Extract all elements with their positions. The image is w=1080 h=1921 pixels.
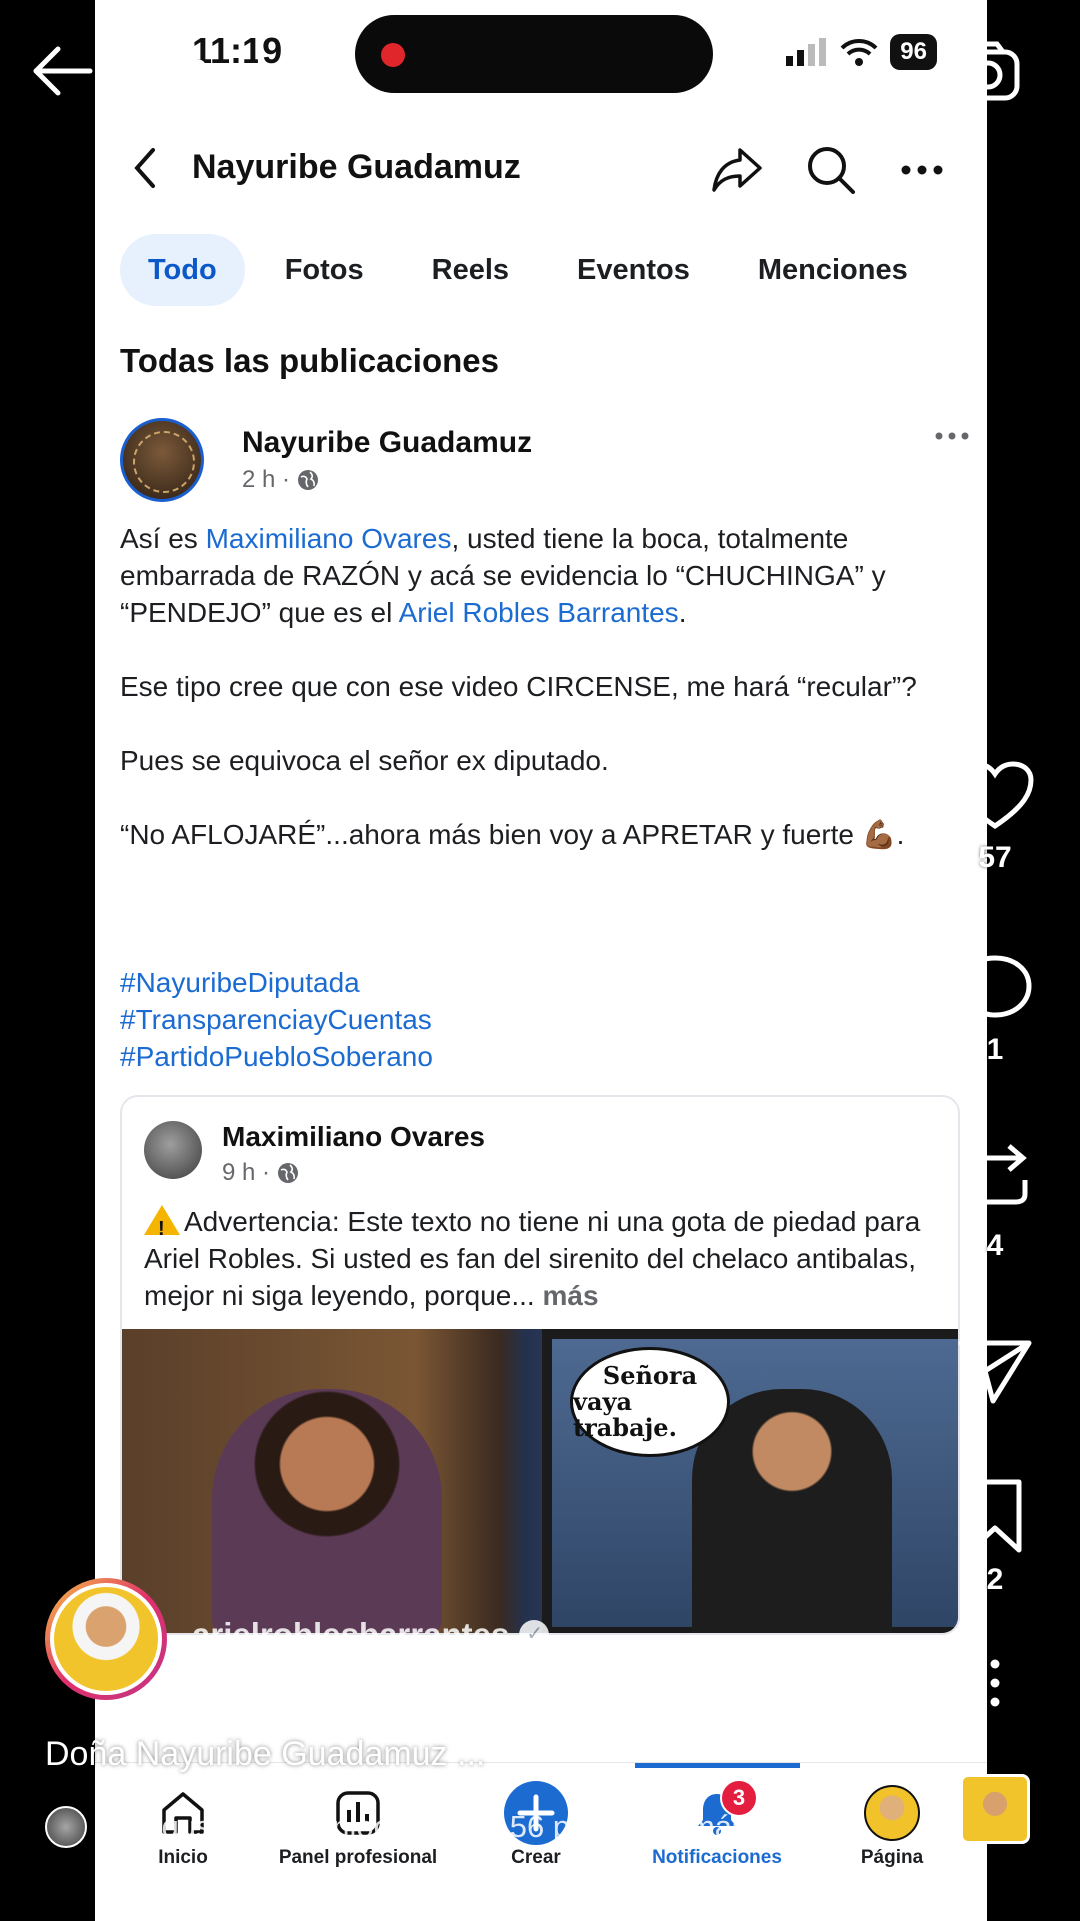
post-text: . bbox=[678, 597, 687, 628]
bookmark-icon bbox=[968, 1479, 1022, 1553]
recording-dot-icon bbox=[381, 43, 405, 67]
page-avatar bbox=[864, 1785, 920, 1841]
tab-fotos[interactable]: Fotos bbox=[257, 234, 392, 306]
post-body: Así es Maximiliano Ovares, usted tiene l… bbox=[120, 520, 970, 890]
post-paragraph-2: Ese tipo cree que con ese video CIRCENSE… bbox=[120, 671, 917, 702]
shared-author[interactable]: Maximiliano Ovares bbox=[222, 1121, 485, 1153]
repost-count: 4 bbox=[986, 1229, 1004, 1262]
nav-label: Crear bbox=[511, 1847, 561, 1868]
hashtag-link[interactable]: #PartidoPuebloSoberano bbox=[120, 1038, 433, 1075]
liker-avatar bbox=[45, 1806, 87, 1848]
comment-count: 1 bbox=[986, 1033, 1004, 1066]
tab-reels[interactable]: Reels bbox=[404, 234, 537, 306]
save-action[interactable]: 2 bbox=[955, 1478, 1035, 1597]
arrow-left-icon[interactable] bbox=[30, 45, 94, 97]
like-action[interactable]: 57 bbox=[955, 760, 1035, 875]
signal-icon bbox=[786, 38, 827, 66]
username-text: arielroblesbarrantes bbox=[192, 1616, 510, 1653]
more-vertical-icon[interactable] bbox=[980, 1658, 1010, 1708]
search-icon[interactable] bbox=[805, 144, 857, 196]
tab-eventos[interactable]: Eventos bbox=[549, 234, 718, 306]
globe-icon bbox=[278, 1163, 299, 1183]
post-time: 2 h · bbox=[242, 466, 291, 493]
page-title: Nayuribe Guadamuz bbox=[192, 148, 521, 186]
page-header: Nayuribe Guadamuz bbox=[95, 128, 987, 212]
share-icon[interactable] bbox=[710, 144, 764, 196]
comment-icon bbox=[958, 955, 1032, 1023]
repost-action[interactable]: 4 bbox=[955, 1140, 1035, 1263]
mention-link[interactable]: Maximiliano Ovares bbox=[206, 523, 452, 554]
liked-by-text: Les gusta a antonioorteguti y 56 persona… bbox=[103, 1809, 748, 1844]
shared-text-body: Advertencia: Este texto no tiene ni una … bbox=[144, 1206, 921, 1311]
nav-label: Inicio bbox=[158, 1847, 208, 1868]
reels-title: Reels bbox=[178, 50, 291, 97]
bubble-line-1: Señora bbox=[602, 1361, 698, 1390]
shared-post[interactable]: Maximiliano Ovares 9 h · Advertencia: Es… bbox=[120, 1095, 960, 1635]
camera-icon[interactable] bbox=[955, 40, 1025, 104]
audio-thumbnail[interactable] bbox=[960, 1774, 1030, 1844]
dynamic-island bbox=[355, 15, 713, 93]
shared-time: 9 h · bbox=[222, 1159, 271, 1186]
see-more-link[interactable]: más bbox=[542, 1280, 598, 1311]
hashtag-link[interactable]: #TransparenciayCuentas bbox=[120, 1001, 433, 1038]
mention-link[interactable]: Ariel Robles Barrantes bbox=[399, 597, 679, 628]
post-more-icon[interactable] bbox=[934, 428, 970, 444]
nav-label: Notificaciones bbox=[652, 1847, 782, 1868]
liked-by[interactable]: Les gusta a antonioorteguti y 56 persona… bbox=[45, 1806, 748, 1848]
send-icon bbox=[958, 1340, 1032, 1404]
status-icons: 96 bbox=[786, 34, 937, 70]
post-text: Así es bbox=[120, 523, 206, 554]
repost-icon bbox=[962, 1144, 1028, 1216]
shared-image[interactable]: Señora vaya trabaje. bbox=[122, 1329, 958, 1633]
post-paragraph-1: Así es Maximiliano Ovares, usted tiene l… bbox=[120, 520, 970, 631]
wifi-icon bbox=[840, 38, 878, 66]
reel-author-username[interactable]: arielroblesbarrantes bbox=[192, 1616, 550, 1654]
chevron-left-icon[interactable] bbox=[125, 144, 165, 192]
comment-action[interactable]: 1 bbox=[955, 952, 1035, 1067]
nav-label: Panel profesional bbox=[278, 1847, 438, 1868]
section-title: Todas las publicaciones bbox=[120, 342, 500, 379]
like-count: 57 bbox=[978, 841, 1012, 874]
globe-icon bbox=[298, 470, 319, 490]
share-action[interactable] bbox=[955, 1335, 1035, 1410]
post-paragraph-4: “No AFLOJARÉ”...ahora más bien voy a APR… bbox=[120, 819, 905, 850]
save-count: 2 bbox=[986, 1563, 1004, 1596]
post-author-avatar[interactable] bbox=[120, 418, 204, 502]
post-meta: 2 h · bbox=[242, 466, 320, 494]
shared-author-avatar[interactable] bbox=[144, 1121, 202, 1179]
heart-icon bbox=[956, 761, 1034, 830]
warning-icon bbox=[144, 1205, 180, 1248]
tab-menciones[interactable]: Menciones bbox=[730, 234, 936, 306]
bubble-line-2: vaya trabaje. bbox=[573, 1387, 677, 1442]
verified-badge-icon bbox=[519, 1620, 550, 1650]
hashtags: #NayuribeDiputada #TransparenciayCuentas… bbox=[120, 964, 433, 1075]
filter-tabs: Todo Fotos Reels Eventos Menciones bbox=[120, 232, 948, 308]
nav-active-indicator bbox=[635, 1763, 800, 1768]
reel-author-avatar[interactable] bbox=[45, 1578, 167, 1700]
shared-meta: 9 h · bbox=[222, 1159, 300, 1187]
nav-pagina[interactable]: Página bbox=[807, 1785, 977, 1869]
nav-label: Página bbox=[860, 1847, 924, 1868]
hashtag-link[interactable]: #NayuribeDiputada bbox=[120, 964, 433, 1001]
tab-todo[interactable]: Todo bbox=[120, 234, 245, 306]
battery-indicator: 96 bbox=[890, 34, 937, 70]
laughing-woman-illustration bbox=[212, 1389, 442, 1633]
more-icon[interactable] bbox=[900, 144, 944, 196]
post-paragraph-3: Pues se equivoca el señor ex diputado. bbox=[120, 745, 609, 776]
post-author[interactable]: Nayuribe Guadamuz bbox=[242, 426, 532, 460]
reel-caption[interactable]: Doña Nayuribe Guadamuz ... bbox=[45, 1735, 485, 1774]
shared-text: Advertencia: Este texto no tiene ni una … bbox=[144, 1203, 944, 1314]
speech-bubble: Señora vaya trabaje. bbox=[570, 1347, 730, 1457]
